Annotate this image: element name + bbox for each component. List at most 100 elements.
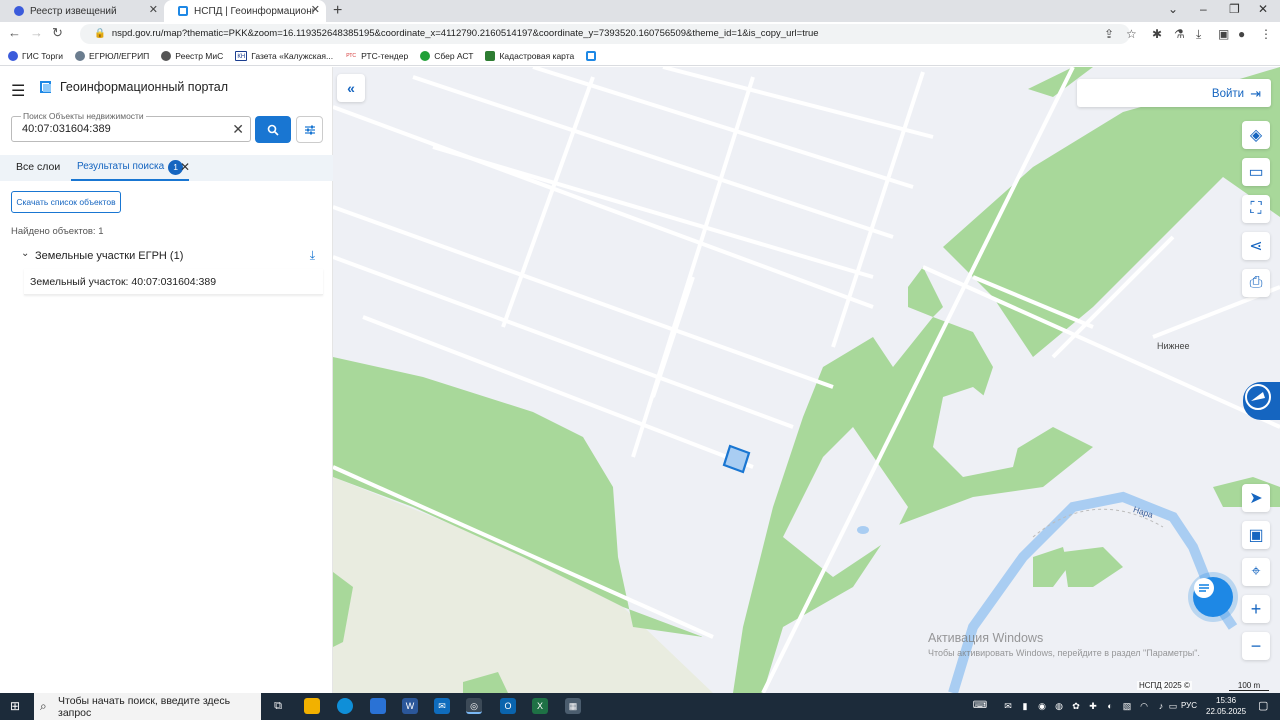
mail-icon[interactable]: ✉ — [434, 698, 450, 714]
clock[interactable]: 15:36 22.05.2025 — [1206, 695, 1246, 717]
tray-app-icon[interactable]: ✿ — [1068, 698, 1084, 714]
file-explorer-icon[interactable] — [304, 698, 320, 714]
share-button[interactable]: ⋖ — [1242, 232, 1270, 260]
clear-search-icon[interactable]: ✕ — [232, 121, 244, 138]
scale-bar: 100 m — [1229, 681, 1269, 691]
keyboard-icon[interactable]: ⌨ — [972, 698, 988, 714]
nspd-favicon-icon — [178, 6, 188, 16]
tray-app-icon[interactable]: ▮ — [1017, 698, 1033, 714]
login-icon: ⇥ — [1250, 86, 1261, 101]
locate-button[interactable]: ➤ — [1242, 484, 1270, 512]
tray-app-icon[interactable]: ✉ — [1000, 698, 1016, 714]
outlook-icon[interactable]: O — [500, 698, 516, 714]
search-button[interactable] — [255, 116, 291, 143]
search-field[interactable]: Поиск Объекты недвижимости ✕ — [11, 111, 251, 142]
close-results-icon[interactable]: ✕ — [180, 160, 190, 174]
close-window-icon[interactable]: ✕ — [1258, 2, 1268, 16]
excel-icon[interactable]: X — [532, 698, 548, 714]
measure-button[interactable]: ▭ — [1242, 158, 1270, 186]
collapse-sidebar-button[interactable]: « — [337, 74, 365, 102]
tab-all-layers[interactable]: Все слои — [16, 161, 60, 173]
zoom-out-button[interactable]: − — [1242, 632, 1270, 660]
bookmark-cadastral-map[interactable]: Кадастровая карта — [485, 50, 574, 61]
search-input[interactable] — [22, 123, 222, 135]
profile-icon[interactable]: ● — [1238, 27, 1245, 41]
select-area-button[interactable]: ⛶ — [1242, 195, 1270, 223]
chevron-down-icon[interactable]: ⌄ — [21, 248, 29, 259]
new-tab-icon[interactable]: + — [333, 2, 342, 20]
map-canvas[interactable]: « Войти ⇥ ◈ ▭ ⛶ ⋖ ⎙ ➤ ▣ ⌖ + − Нижнее Нара… — [333, 67, 1280, 693]
calculator-icon[interactable]: ▦ — [565, 698, 581, 714]
tray-app-icon[interactable]: ◉ — [1034, 698, 1050, 714]
browser-app-icon[interactable]: ◎ — [466, 698, 482, 714]
minimap-button[interactable]: ▣ — [1242, 521, 1270, 549]
activation-text: Чтобы активировать Windows, перейдите в … — [928, 648, 1200, 658]
printer-icon: ⎙ — [1249, 274, 1263, 291]
battery-icon[interactable]: ▭ — [1165, 698, 1181, 714]
download-icon[interactable]: ⤓ — [1196, 27, 1201, 42]
language-indicator[interactable]: РУС — [1181, 701, 1197, 710]
tray-app-icon[interactable]: ◍ — [1051, 698, 1067, 714]
download-list-button[interactable]: Скачать список объектов — [11, 191, 121, 213]
tab-search-chevron-icon[interactable]: ⌄ — [1168, 2, 1178, 16]
minimize-icon[interactable]: – — [1200, 2, 1207, 16]
group-label: Земельные участки ЕГРН (1) — [35, 250, 184, 262]
url-field[interactable]: 🔒 nspd.gov.ru/map?thematic=PKK&zoom=16.11… — [80, 24, 1130, 44]
bookmark-sber-ast[interactable]: Сбер АСТ — [420, 50, 473, 61]
geolocation-button[interactable]: ⌖ — [1242, 558, 1270, 586]
bookmark-gis-torgi[interactable]: ГИС Торги — [8, 50, 63, 61]
network-icon[interactable]: ◠ — [1136, 698, 1152, 714]
notifications-icon[interactable]: ▢ — [1258, 699, 1268, 712]
hamburger-menu-icon[interactable]: ☰ — [11, 81, 25, 101]
bookmark-egrul[interactable]: ЕГРЮЛ/ЕГРИП — [75, 50, 149, 61]
feedback-tab[interactable] — [1243, 382, 1280, 420]
bookmark-nspd[interactable] — [586, 50, 600, 61]
login-button[interactable]: Войти ⇥ — [1212, 86, 1261, 102]
tray-app-icon[interactable]: ▧ — [1119, 698, 1135, 714]
store-icon[interactable] — [370, 698, 386, 714]
edge-icon[interactable] — [337, 698, 353, 714]
windows-start-icon[interactable]: ⊞ — [10, 699, 20, 713]
river — [948, 491, 1238, 693]
share-icon[interactable]: ⇪ — [1104, 27, 1114, 41]
lock-icon: 🔒 — [94, 28, 106, 39]
bookmark-gazeta[interactable]: КН Газета «Калужская... — [235, 50, 333, 61]
tab-search-results[interactable]: Результаты поиска 1 — [71, 155, 190, 181]
zoom-in-button[interactable]: + — [1242, 595, 1270, 623]
browser-tab-active[interactable]: НСПД | Геоинформационный п ✕ — [164, 0, 326, 22]
close-tab-icon[interactable]: ✕ — [311, 3, 320, 16]
tray-app-icon[interactable]: ✚ — [1085, 698, 1101, 714]
chat-button[interactable] — [1193, 577, 1233, 617]
filter-button[interactable] — [296, 116, 323, 143]
windows-activation-watermark: Активация Windows Чтобы активировать Win… — [928, 631, 1200, 658]
sidepanel-icon[interactable]: ▣ — [1218, 27, 1229, 41]
menu-dots-icon[interactable]: ⋮ — [1260, 27, 1272, 41]
highlighted-parcel[interactable] — [722, 444, 751, 474]
close-tab-icon[interactable]: ✕ — [149, 3, 158, 16]
word-icon[interactable]: W — [402, 698, 418, 714]
print-button[interactable]: ⎙ — [1242, 269, 1270, 297]
taskbar-search-placeholder: Чтобы начать поиск, введите здесь запрос — [58, 694, 231, 719]
tray-app-icon[interactable]: ◐ — [1102, 698, 1118, 714]
lab-icon[interactable]: ⚗ — [1174, 27, 1185, 41]
back-icon[interactable]: ← — [8, 25, 21, 40]
extensions-icon[interactable]: ✱ — [1152, 27, 1162, 41]
result-item[interactable]: Земельный участок: 40:07:031604:389 — [24, 269, 323, 295]
browser-tab[interactable]: Реестр извещений ✕ — [0, 0, 164, 22]
layers-button[interactable]: ◈ — [1242, 121, 1270, 149]
map-layer — [333, 67, 1280, 693]
task-view-icon[interactable]: ⧉ — [270, 698, 286, 714]
taskbar-search[interactable]: ⌕ Чтобы начать поиск, введите здесь запр… — [34, 693, 261, 720]
search-label: Поиск Объекты недвижимости — [21, 111, 146, 121]
rts-badge-icon: РТС — [345, 50, 358, 61]
bookmark-rts[interactable]: РТС РТС-тендер — [345, 50, 408, 61]
fns-icon — [75, 50, 86, 61]
restore-icon[interactable]: ❐ — [1229, 2, 1240, 16]
forward-icon[interactable]: → — [30, 25, 43, 40]
download-icon[interactable]: ⤓ — [310, 248, 315, 263]
bookmark-star-icon[interactable]: ☆ — [1126, 27, 1137, 41]
bookmark-reestr-mis[interactable]: Реестр МиС — [161, 50, 223, 61]
reload-icon[interactable]: ↻ — [52, 25, 63, 41]
result-group[interactable]: ⌄ Земельные участки ЕГРН (1) ⤓ — [11, 247, 323, 267]
chat-icon — [1194, 578, 1214, 598]
